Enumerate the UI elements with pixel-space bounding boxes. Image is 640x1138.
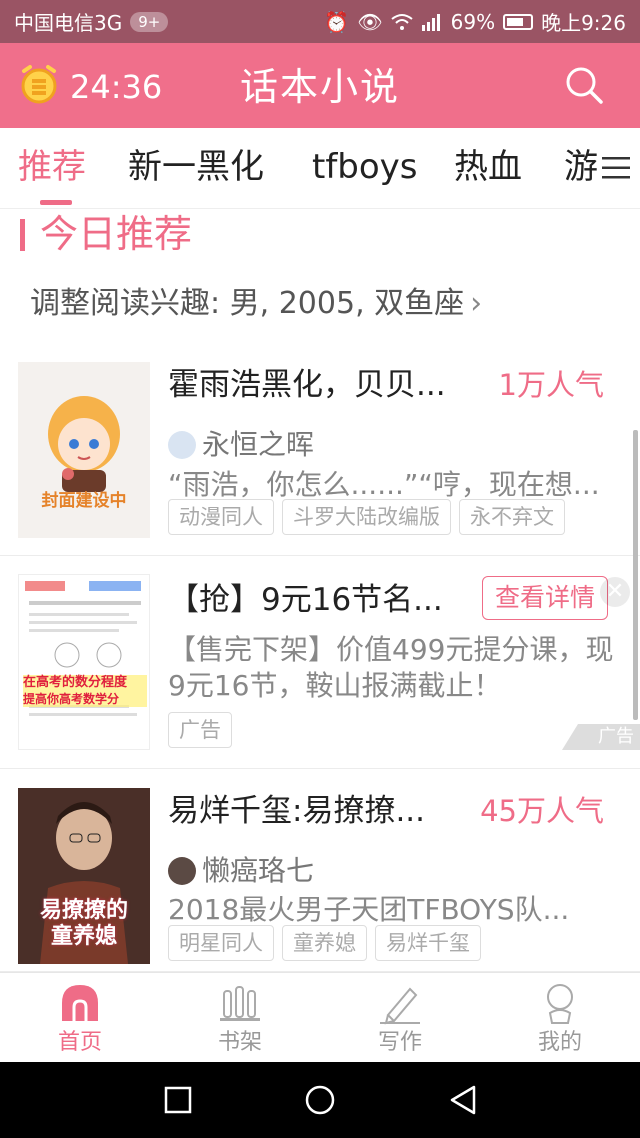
active-tab-indicator [40, 200, 72, 205]
tab-tfboys[interactable]: tfboys [312, 146, 418, 188]
author-name: 懒癌珞七 [202, 854, 315, 887]
nav-profile[interactable]: 我的 [480, 973, 640, 1063]
battery-icon [503, 13, 534, 30]
book-title: 霍雨浩黑化，贝贝... [168, 367, 446, 403]
cover-placeholder-illustration [48, 396, 120, 492]
book-description: 2018最火男子天团TFBOYS队... [168, 893, 570, 926]
battery-percent: 69% [450, 9, 496, 34]
author-row: 永恒之晖 [168, 427, 314, 463]
tag-list: 明星同人 童养媳 易烊千玺 [168, 925, 481, 961]
ad-cover-line: 提高你高考数学分 [23, 691, 147, 707]
ad-tag: 广告 [168, 712, 232, 748]
app-header: 24:36 话本小说 [0, 43, 640, 128]
tag-list: 动漫同人 斗罗大陆改编版 永不弃文 [168, 499, 565, 535]
app-title: 话本小说 [239, 65, 400, 109]
view-details-button[interactable]: 查看详情 [482, 576, 608, 620]
eye-icon: 👁 [357, 9, 383, 34]
author-name: 永恒之晖 [202, 428, 315, 461]
popularity-count: 1万人气 [498, 368, 604, 402]
ad-cover-illustration [25, 581, 141, 716]
nav-label: 书架 [217, 1030, 262, 1055]
nav-label: 写作 [377, 1030, 422, 1055]
alarm-icon: ⏰ [324, 9, 350, 34]
book-description: “雨浩，你怎么......”“哼，现在想... [168, 468, 600, 501]
nav-home[interactable]: 首页 [0, 973, 160, 1063]
bookshelf-icon [220, 986, 260, 1021]
ad-cover: 在高考的数分程度 提高你高考数学分 [18, 574, 150, 750]
author-avatar [168, 431, 196, 459]
nav-write[interactable]: 写作 [320, 973, 480, 1063]
home-button-icon[interactable] [304, 1084, 336, 1116]
author-avatar [168, 857, 196, 885]
clock: 晚上9:26 [541, 11, 626, 35]
tab-game[interactable]: 游 [564, 146, 598, 188]
tag[interactable]: 明星同人 [168, 925, 274, 961]
chevron-right-icon: › [470, 286, 483, 321]
section-accent-bar [20, 219, 25, 251]
section-title: 今日推荐 [40, 212, 193, 256]
ad-description: 【售完下架】价值499元提分课，现9元16节，鞍山报满截止！ [168, 633, 614, 702]
carrier-label: 中国电信3G [14, 11, 123, 35]
tag[interactable]: 永不弃文 [459, 499, 565, 535]
author-row: 懒癌珞七 [168, 853, 314, 889]
home-icon [62, 985, 98, 1021]
profile-icon [547, 984, 573, 1024]
close-icon[interactable]: ✕ [600, 577, 630, 607]
book-cover: 封面建设中 [18, 362, 150, 538]
book-card[interactable]: 封面建设中 霍雨浩黑化，贝贝... 1万人气 永恒之晖 “雨浩，你怎么.....… [0, 345, 640, 556]
notification-badge: 9+ [130, 11, 169, 32]
popularity-count: 45万人气 [480, 794, 604, 828]
tag[interactable]: 斗罗大陆改编版 [282, 499, 451, 535]
menu-icon[interactable] [600, 154, 632, 182]
recent-apps-icon[interactable] [164, 1086, 192, 1114]
book-cover: 易撩撩的 童养媳 [18, 788, 150, 964]
wifi-icon [391, 13, 413, 30]
system-navigation-bar [0, 1062, 640, 1138]
cover-title-line: 易撩撩的 [39, 898, 128, 923]
nav-bookshelf[interactable]: 书架 [160, 973, 320, 1063]
status-bar: 中国电信3G 9+ ⏰ 👁 69% 晚上9:26 [0, 0, 640, 43]
tab-hot-blood[interactable]: 热血 [454, 146, 522, 188]
pen-icon [380, 987, 420, 1025]
book-title: 易烊千玺:易撩撩... [168, 793, 426, 829]
ad-cover-line: 在高考的数分程度 [23, 675, 147, 691]
nav-label: 我的 [537, 1030, 582, 1055]
tag[interactable]: 童养媳 [282, 925, 367, 961]
search-icon[interactable] [564, 65, 604, 105]
category-tabs: 推荐 新一黑化 tfboys 热血 游 [0, 128, 640, 209]
bottom-navigation: 首页 书架 写作 我的 [0, 972, 640, 1063]
tag[interactable]: 动漫同人 [168, 499, 274, 535]
signal-icon [421, 13, 440, 31]
cover-title-line: 童养媳 [50, 924, 117, 949]
tab-blackening[interactable]: 新一黑化 [128, 146, 264, 188]
tab-recommend[interactable]: 推荐 [18, 146, 86, 188]
cover-caption: 封面建设中 [41, 491, 127, 511]
back-icon[interactable] [448, 1084, 478, 1116]
adjust-interest-link[interactable]: 调整阅读兴趣: 男, 2005, 双鱼座 › [30, 283, 482, 325]
ad-tag-list: 广告 [168, 712, 232, 748]
interest-label: 调整阅读兴趣: 男, 2005, 双鱼座 [30, 286, 465, 321]
ad-title: 【抢】9元16节名... [168, 582, 443, 618]
nav-label: 首页 [57, 1030, 102, 1055]
tag[interactable]: 易烊千玺 [375, 925, 481, 961]
book-card[interactable]: 易撩撩的 童养媳 易烊千玺:易撩撩... 45万人气 懒癌珞七 2018最火男子… [0, 769, 640, 972]
scrollbar[interactable] [633, 430, 638, 720]
